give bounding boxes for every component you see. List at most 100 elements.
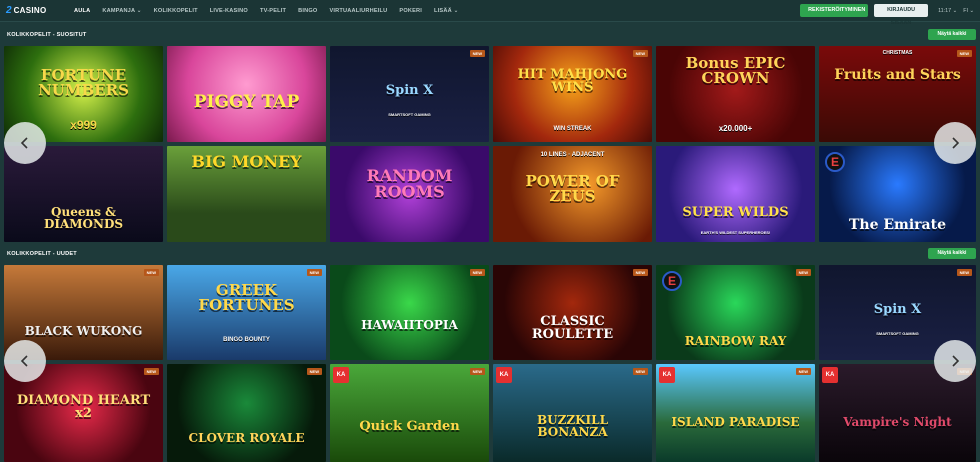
carousel-prev-button[interactable] [4,122,46,164]
section-title: KOLIKKOPELIT - SUOSITUT [7,32,87,38]
provider-logo: KA [496,367,512,383]
new-badge: NEW [469,269,485,276]
provider-logo: E [825,152,845,172]
show-all-button[interactable]: Näytä kaikki [928,248,976,259]
game-thumbnail [330,265,489,360]
game-tile[interactable]: Spin X SMARTSOFT GAMING NEW [330,46,489,142]
game-subtitle: CHRISTMAS [882,50,913,56]
game-tile[interactable]: BIG MONEY [167,146,326,242]
game-title: FORTUNE NUMBERS [38,66,129,99]
game-thumbnail [656,146,815,242]
game-title: DIAMOND HEART x2 [16,393,151,421]
game-title: RAINBOW RAY [684,334,787,348]
game-title: SUPER WILDS [682,205,789,220]
nav-item[interactable]: VIRTUAALIURHEILU [323,8,393,14]
top-navigation-bar: 2 CASINO AULA KAMPANJA ⌄ KOLIKKOPELIT LIVE-… [0,0,980,26]
game-title: CLASSIC ROULETTE [531,314,614,342]
register-button[interactable]: REKISTERÖITYMINEN [800,4,869,17]
new-badge: NEW [956,50,972,57]
nav-item[interactable]: LIVE-KASINO [204,8,254,14]
section-header-new: KOLIKKOPELIT - UUDET Näytä kaikki [0,243,980,265]
nav-item[interactable]: LISÄÄ ⌄ [428,8,464,14]
game-tile[interactable]: ISLAND PARADISE NEW KA [656,364,815,462]
game-tile[interactable]: HAWAIITOPIA NEW [330,265,489,360]
login-button[interactable]: KIRJAUDU SISÄÄN [874,4,929,26]
new-badge: NEW [469,50,485,57]
new-badge: NEW [956,269,972,276]
game-tile[interactable]: CLASSIC ROULETTE NEW [493,265,652,360]
nav-item[interactable]: BINGO [292,8,323,14]
new-badge: NEW [795,368,811,375]
game-thumbnail [167,364,326,462]
logo-text: CASINO [13,6,47,15]
game-title: Queens & DIAMONDS [43,205,124,231]
game-tile[interactable]: Quick Garden NEW KA [330,364,489,462]
game-tile[interactable]: GREEK FORTUNES BINGO BOUNTY NEW [167,265,326,360]
section-header-popular: KOLIKKOPELIT - SUOSITUT Näytä kaikki [0,24,980,46]
nav-item[interactable]: AULA [68,8,96,14]
game-title: PIGGY TAP [193,92,300,112]
game-thumbnail [656,364,815,462]
new-badge: NEW [632,50,648,57]
provider-logo: KA [822,367,838,383]
game-title: RANDOM ROOMS [366,166,453,201]
game-title: BIG MONEY [191,152,302,171]
casino-logo[interactable]: 2 CASINO [6,5,68,16]
nav-item[interactable]: TV-PELIT [254,8,292,14]
chevron-left-icon [20,137,28,149]
game-tile[interactable]: SUPER WILDS EARTH'S WILDEST SUPERHEROES! [656,146,815,242]
game-title: Quick Garden [359,419,460,434]
game-subtitle: x20.000+ [718,124,753,133]
new-badge: NEW [795,269,811,276]
game-tile[interactable]: RANDOM ROOMS [330,146,489,242]
new-badge: NEW [143,368,159,375]
game-title: ISLAND PARADISE [671,415,800,429]
new-badge: NEW [632,368,648,375]
game-tile[interactable]: RAINBOW RAY NEW E [656,265,815,360]
game-subtitle: SMARTSOFT GAMING [876,331,919,336]
carousel-prev-button[interactable] [4,340,46,382]
game-subtitle: WIN STREAK [553,126,592,132]
section-title: KOLIKKOPELIT - UUDET [7,251,77,257]
provider-logo: KA [659,367,675,383]
game-tile[interactable]: Bonus EPIC CROWN x20.000+ [656,46,815,142]
game-tile[interactable]: HIT MAHJONG WINS WIN STREAK NEW [493,46,652,142]
clock-dropdown[interactable]: 11:17 ⌄ [938,8,957,14]
nav-item[interactable]: POKERI [393,8,428,14]
show-all-button[interactable]: Näytä kaikki [928,29,976,40]
new-badge: NEW [306,269,322,276]
game-tile[interactable]: BUZZKILL BONANZA NEW KA [493,364,652,462]
carousel-next-button[interactable] [934,340,976,382]
game-title: Spin X [385,83,434,98]
game-tile[interactable]: POWER OF ZEUS 10 LINES · ADJACENT [493,146,652,242]
language-selector[interactable]: FI ⌄ [963,8,974,14]
chevron-left-icon [20,355,28,367]
game-title: Spin X [873,302,922,317]
game-title: CLOVER ROYALE [188,431,305,445]
game-subtitle: BINGO BOUNTY [223,337,270,343]
provider-logo: KA [333,367,349,383]
game-title: The Emirate [848,217,946,233]
game-title: HIT MAHJONG WINS [517,67,628,95]
carousel-next-button[interactable] [934,122,976,164]
logo-mark: 2 [6,5,12,16]
chevron-right-icon [952,355,960,367]
chevron-right-icon [952,137,960,149]
game-title: Bonus EPIC CROWN [685,54,786,87]
game-title: POWER OF ZEUS [525,172,620,205]
nav-item[interactable]: KAMPANJA ⌄ [96,8,147,14]
game-thumbnail [330,364,489,462]
new-badge: NEW [469,368,485,375]
game-title: BLACK WUKONG [24,324,143,338]
provider-logo: E [662,271,682,291]
game-tile[interactable]: CLOVER ROYALE NEW [167,364,326,462]
new-badge: NEW [143,269,159,276]
game-thumbnail [493,265,652,360]
nav-item[interactable]: KOLIKKOPELIT [148,8,204,14]
game-subtitle: 10 LINES · ADJACENT [540,152,605,158]
new-badge: NEW [632,269,648,276]
game-title: Fruits and Stars [834,67,961,83]
main-nav: AULA KAMPANJA ⌄ KOLIKKOPELIT LIVE-KASINO TV-… [68,8,464,14]
game-subtitle: SMARTSOFT GAMING [388,112,431,117]
game-tile[interactable]: PIGGY TAP [167,46,326,142]
